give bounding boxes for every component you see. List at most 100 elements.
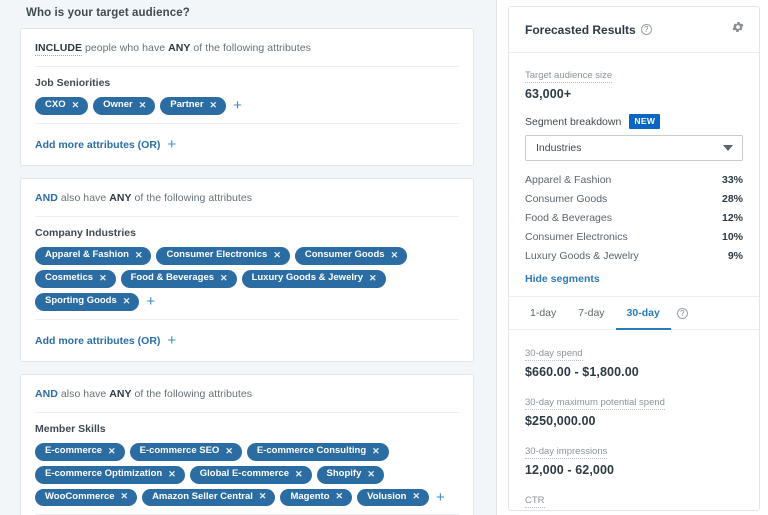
attribute-chip[interactable]: E-commerce SEO ✕ [130, 443, 242, 461]
close-icon[interactable]: ✕ [295, 470, 303, 479]
close-icon[interactable]: ✕ [225, 447, 233, 456]
chip-label: E-commerce SEO [140, 446, 220, 457]
metric-label: CTR [525, 495, 545, 508]
attribute-chip[interactable]: Cosmetics ✕ [35, 270, 116, 288]
attribute-chip[interactable]: Food & Beverages✕ [121, 270, 237, 288]
audience-size-value: 63,000+ [525, 87, 743, 101]
forecast-metric: 30-day impressions12,000 - 62,000 [525, 441, 743, 477]
attribute-chip[interactable]: Consumer Electronics ✕ [156, 247, 289, 265]
targeting-card: AND also have ANY of the following attri… [20, 178, 474, 362]
close-icon[interactable]: ✕ [336, 492, 344, 501]
add-chip-icon[interactable]: + [231, 98, 244, 113]
close-icon[interactable]: ✕ [372, 447, 380, 456]
close-icon[interactable]: ✕ [273, 251, 281, 260]
audience-builder-screen: Who is your target audience? INCLUDE peo… [0, 0, 768, 515]
logic-keyword: INCLUDE [35, 42, 82, 56]
facet-name: Company Industries [35, 227, 459, 239]
close-icon[interactable]: ✕ [369, 274, 377, 283]
audience-size-metric: Target audience size 63,000+ [525, 65, 743, 101]
range-tab-30-day[interactable]: 30-day [616, 297, 671, 330]
forecast-metric: CTR0.23% - 0.49% [525, 490, 743, 511]
attribute-chip[interactable]: Owner ✕ [93, 97, 155, 115]
chip-label: WooCommerce [45, 492, 115, 503]
attribute-chip[interactable]: WooCommerce ✕ [35, 489, 137, 507]
add-more-attributes-button[interactable]: Add more attributes (OR)+ [35, 137, 176, 152]
attribute-chip[interactable]: E-commerce Consulting ✕ [247, 443, 389, 461]
close-icon[interactable]: ✕ [121, 492, 129, 501]
close-icon[interactable]: ✕ [123, 297, 131, 306]
targeting-card-header: AND also have ANY of the following attri… [35, 375, 459, 413]
close-icon[interactable]: ✕ [99, 274, 107, 283]
header-mid-text: also have [61, 388, 106, 400]
add-chip-icon[interactable]: + [434, 490, 447, 505]
logic-keyword: AND [35, 388, 58, 400]
targeting-card: INCLUDE people who have ANY of the follo… [20, 28, 474, 166]
segment-name: Apparel & Fashion [525, 174, 611, 186]
attribute-chip[interactable]: Shopify✕ [317, 466, 384, 484]
chip-label: Consumer Electronics [166, 250, 267, 261]
chip-label: E-commerce Consulting [257, 446, 366, 457]
targeting-pane: Who is your target audience? INCLUDE peo… [0, 0, 496, 515]
segment-row: Food & Beverages12% [525, 209, 743, 228]
header-mid-text: also have [61, 192, 106, 204]
add-more-label: Add more attributes (OR) [35, 139, 160, 151]
chip-label: CXO [45, 100, 66, 111]
attribute-chip[interactable]: Partner✕ [160, 97, 226, 115]
segment-breakdown-select[interactable]: Industries [525, 135, 743, 161]
forecast-title: Forecasted Results ? [525, 23, 652, 37]
close-icon[interactable]: ✕ [220, 274, 228, 283]
targeting-card-header: INCLUDE people who have ANY of the follo… [35, 29, 459, 67]
attribute-chip[interactable]: Volusion✕ [357, 489, 429, 507]
tabs-help-icon[interactable]: ? [677, 308, 688, 319]
close-icon[interactable]: ✕ [135, 251, 143, 260]
logic-keyword: AND [35, 192, 58, 204]
chip-label: E-commerce [45, 446, 102, 457]
close-icon[interactable]: ✕ [210, 101, 218, 110]
gear-icon[interactable] [731, 20, 745, 39]
close-icon[interactable]: ✕ [367, 470, 375, 479]
close-icon[interactable]: ✕ [259, 492, 267, 501]
forecast-metric: 30-day maximum potential spend$250,000.0… [525, 392, 743, 428]
hide-segments-link[interactable]: Hide segments [525, 273, 743, 285]
attribute-chip[interactable]: Global E-commerce✕ [190, 466, 312, 484]
header-tail-text: of the following attributes [135, 192, 253, 204]
segment-row: Luxury Goods & Jewelry9% [525, 247, 743, 266]
range-tab-1-day[interactable]: 1-day [519, 297, 567, 330]
facet-block: Company Industries Apparel & Fashion✕ Cons… [35, 217, 459, 320]
attribute-chip[interactable]: Consumer Goods✕ [295, 247, 407, 265]
range-tab-7-day[interactable]: 7-day [567, 297, 615, 330]
close-icon[interactable]: ✕ [72, 101, 80, 110]
close-icon[interactable]: ✕ [391, 251, 399, 260]
close-icon[interactable]: ✕ [168, 470, 176, 479]
attribute-chip[interactable]: CXO ✕ [35, 97, 88, 115]
close-icon[interactable]: ✕ [108, 447, 116, 456]
add-more-attributes-button[interactable]: Add more attributes (OR)+ [35, 333, 176, 348]
attribute-chip[interactable]: Sporting Goods✕ [35, 293, 139, 311]
forecast-body: Target audience size 63,000+ Segment bre… [509, 53, 759, 285]
facet-name: Job Seniorities [35, 77, 459, 89]
facet-block: Job SenioritiesCXO✕Owner✕Partner✕+ [35, 67, 459, 124]
attribute-chip[interactable]: E-commerce ✕ [35, 443, 125, 461]
targeting-card-footer: Add more attributes (OR)+ [35, 124, 459, 165]
attribute-chip[interactable]: Amazon Seller Central✕ [142, 489, 275, 507]
metric-value: 12,000 - 62,000 [525, 463, 743, 477]
any-keyword: ANY [168, 42, 190, 54]
attribute-chip[interactable]: Apparel & Fashion✕ [35, 247, 151, 265]
segment-select-value: Industries [536, 142, 582, 154]
add-chip-icon[interactable]: + [144, 294, 157, 309]
help-icon[interactable]: ? [641, 24, 652, 35]
facet-block: Member SkillsE-commerce✕E-commerce SEO✕E… [35, 413, 459, 515]
attribute-chip[interactable]: Magento✕ [280, 489, 352, 507]
targeting-card-header: AND also have ANY of the following attri… [35, 179, 459, 217]
attribute-chip[interactable]: E-commerce Optimization✕ [35, 466, 185, 484]
facet-name: Member Skills [35, 423, 459, 435]
attribute-chip[interactable]: Luxury Goods & Jewelry✕ [242, 270, 386, 288]
audience-size-label: Target audience size [525, 70, 612, 83]
segment-list: Apparel & Fashion33%Consumer Goods28%Foo… [525, 171, 743, 266]
close-icon[interactable]: ✕ [139, 101, 147, 110]
forecast-metric: 30-day spend$660.00 - $1,800.00 [525, 343, 743, 379]
chip-label: Owner [103, 100, 133, 111]
close-icon[interactable]: ✕ [412, 492, 420, 501]
chip-label: Cosmetics [45, 273, 93, 284]
targeting-card-footer: Add more attributes (OR)+ [35, 320, 459, 361]
